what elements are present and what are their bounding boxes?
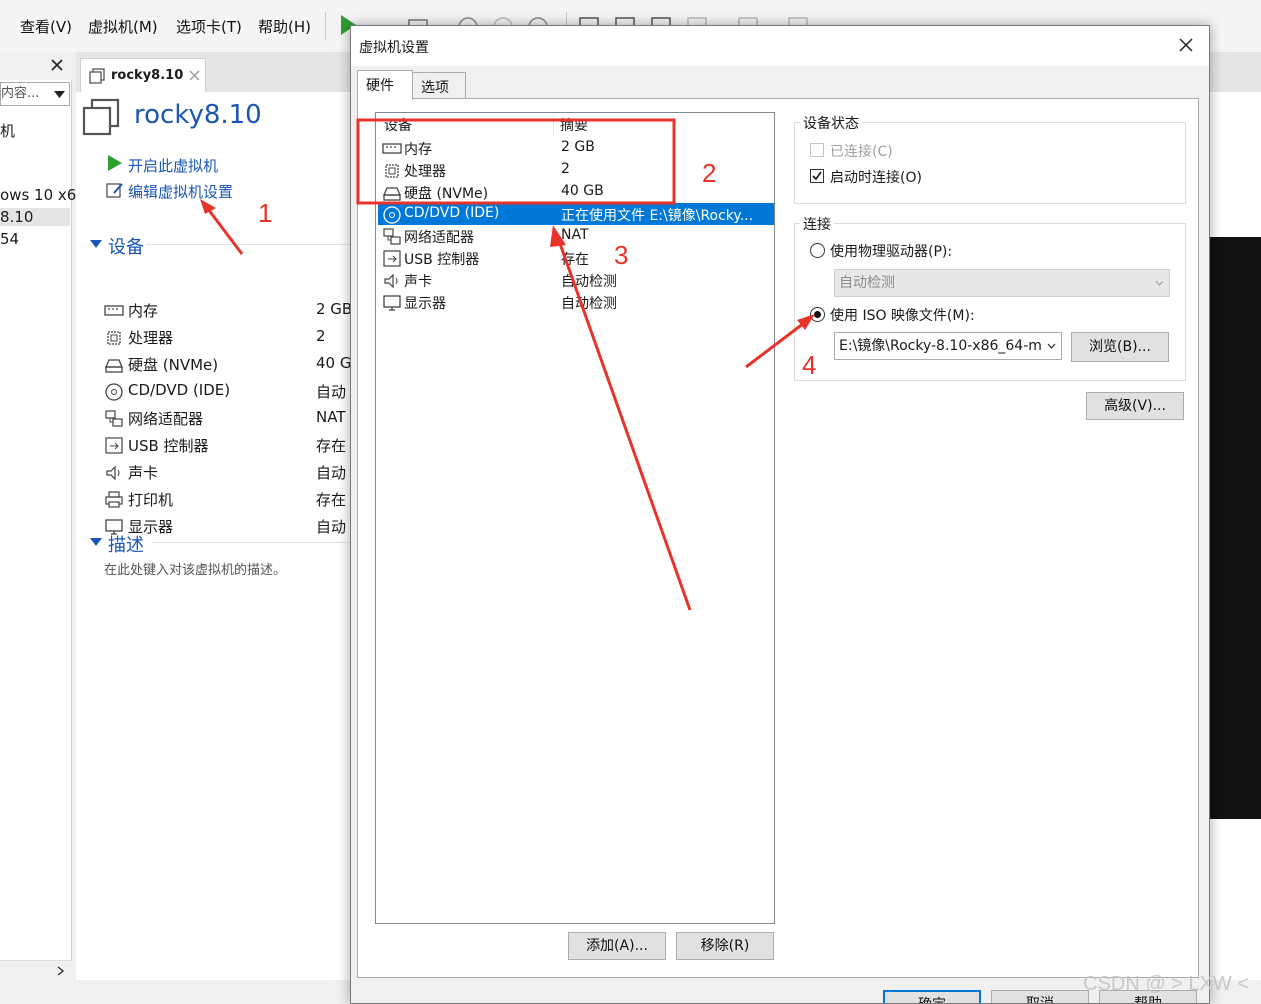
arrow-head [200, 199, 216, 214]
watermark: CSDN @ > LXW < [1083, 973, 1249, 995]
tab-hardware[interactable]: 硬件 [357, 70, 413, 100]
arrow-4 [745, 318, 809, 369]
arrow-1 [203, 204, 244, 255]
arrow-head [550, 225, 566, 247]
annotation-overlay [200, 118, 815, 611]
annotation-number-2: 2 [702, 158, 717, 188]
annotation-number-1: 1 [258, 198, 273, 228]
annotation-number-3: 3 [614, 240, 629, 270]
annotation-number-4: 4 [802, 350, 817, 380]
arrow-3 [556, 237, 692, 611]
highlight-box [356, 118, 676, 205]
